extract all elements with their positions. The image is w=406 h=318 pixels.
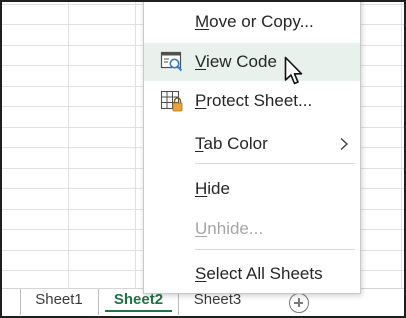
menu-item-unhide[interactable]: Unhide... bbox=[144, 210, 360, 248]
chevron-right-icon bbox=[340, 137, 349, 151]
menu-item-label: Protect Sheet... bbox=[195, 91, 313, 110]
menu-item-label: Hide bbox=[195, 179, 230, 198]
menu-item-label: Unhide... bbox=[195, 219, 264, 238]
sheet-context-menu: Move or Copy... View Code Protect Sheet.… bbox=[143, 2, 361, 294]
menu-separator bbox=[195, 163, 355, 164]
view-code-icon bbox=[160, 51, 183, 72]
excel-window: Sheet1 Sheet2 Sheet3 Move or Copy... Vie… bbox=[0, 0, 406, 318]
menu-item-select-all-sheets[interactable]: Select All Sheets bbox=[144, 255, 360, 293]
menu-item-hide[interactable]: Hide bbox=[144, 170, 360, 208]
add-sheet-button[interactable] bbox=[289, 293, 309, 313]
menu-separator bbox=[195, 249, 355, 250]
menu-item-protect-sheet[interactable]: Protect Sheet... bbox=[144, 82, 360, 120]
menu-item-tab-color[interactable]: Tab Color bbox=[144, 125, 360, 163]
menu-item-view-code[interactable]: View Code bbox=[144, 43, 360, 81]
menu-item-move-or-copy[interactable]: Move or Copy... bbox=[144, 3, 360, 41]
tab-sheet1[interactable]: Sheet1 bbox=[20, 289, 97, 315]
tab-label: Sheet1 bbox=[35, 291, 83, 308]
menu-item-label: View Code bbox=[195, 52, 277, 71]
protect-sheet-icon bbox=[160, 90, 183, 112]
menu-item-label: Move or Copy... bbox=[195, 12, 314, 31]
mouse-pointer-icon bbox=[284, 56, 303, 85]
menu-item-label: Select All Sheets bbox=[195, 264, 323, 283]
menu-item-label: Tab Color bbox=[195, 134, 268, 153]
